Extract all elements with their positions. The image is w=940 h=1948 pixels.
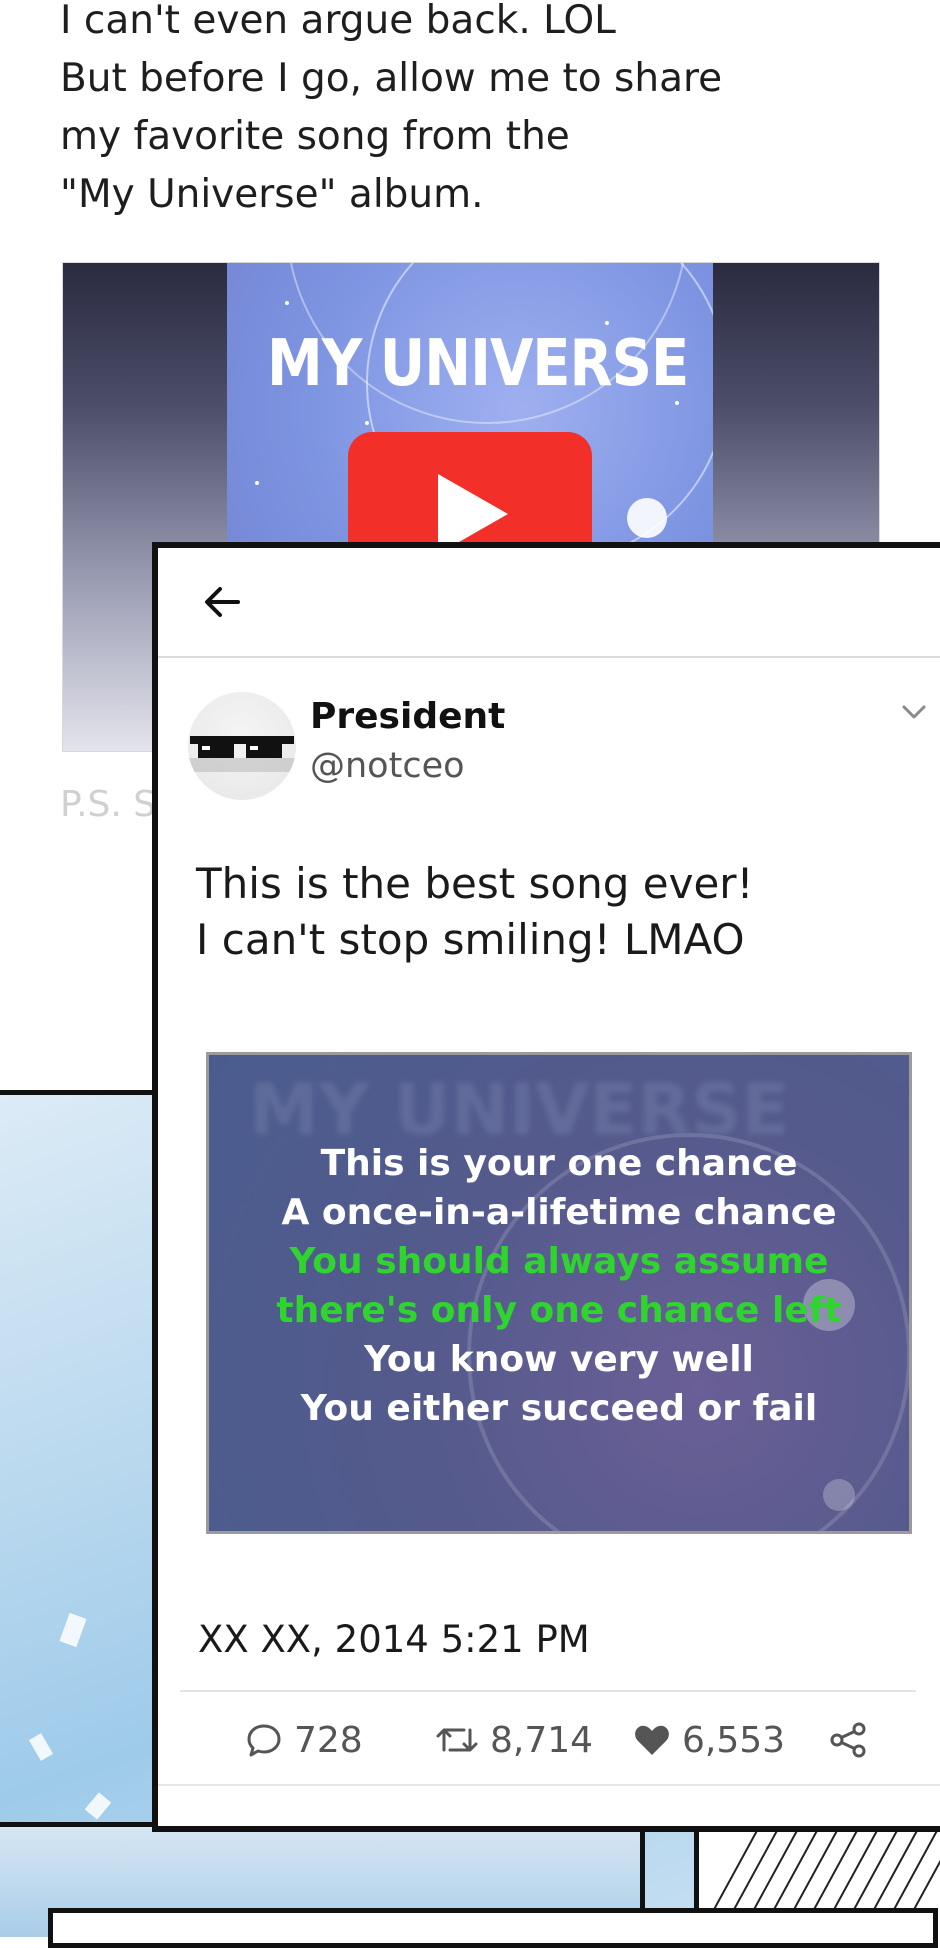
lyrics-block: This is your one chance A once-in-a-life… — [209, 1139, 909, 1433]
lyric-line-highlight: there's only one chance left — [276, 1290, 842, 1331]
chevron-down-icon[interactable] — [900, 698, 928, 726]
author-name[interactable]: President — [310, 696, 505, 737]
video-cover-title: MY UNIVERSE — [267, 326, 689, 401]
confetti — [59, 1612, 87, 1648]
retweet-count: 8,714 — [490, 1719, 594, 1761]
lyric-line: A once-in-a-lifetime chance — [281, 1192, 837, 1233]
heart-icon — [635, 1725, 669, 1755]
retweet-icon — [436, 1728, 478, 1752]
confetti — [84, 1792, 112, 1820]
avatar[interactable] — [188, 692, 296, 800]
tweet-image[interactable]: MY UNIVERSE This is your one chance A on… — [206, 1052, 912, 1534]
reply-icon — [247, 1724, 281, 1757]
sunglasses-icon — [188, 736, 296, 772]
tweet-actions: 728 8,714 6,553 — [158, 1708, 940, 1772]
back-arrow-icon[interactable] — [198, 578, 246, 626]
tweet-topbar — [158, 548, 940, 658]
confetti — [28, 1733, 54, 1761]
lyric-line: This is your one chance — [320, 1143, 798, 1184]
ps-text: P.S. S — [60, 784, 157, 825]
tweet-card: President @notceo This is the best song … — [152, 542, 940, 1832]
lyric-line-highlight: You should always assume — [289, 1241, 829, 1282]
comic-panel-bottom — [48, 1908, 938, 1948]
author-handle[interactable]: @notceo — [310, 746, 465, 786]
tweet-timestamp: XX XX, 2014 5:21 PM — [198, 1618, 590, 1661]
lyric-line: You know very well — [364, 1339, 754, 1380]
intro-text: I can't even argue back. LOL But before … — [60, 0, 723, 217]
lyric-line: You either succeed or fail — [300, 1388, 818, 1429]
like-button[interactable]: 6,553 — [632, 1708, 785, 1772]
share-button[interactable] — [828, 1708, 868, 1772]
divider — [180, 1690, 916, 1692]
reply-count: 728 — [294, 1719, 363, 1761]
tweet-text: This is the best song ever! I can't stop… — [196, 859, 754, 964]
divider — [158, 1784, 940, 1786]
retweet-button[interactable]: 8,714 — [434, 1708, 593, 1772]
reply-button[interactable]: 728 — [244, 1708, 363, 1772]
share-icon — [830, 1722, 866, 1758]
like-count: 6,553 — [682, 1719, 786, 1761]
